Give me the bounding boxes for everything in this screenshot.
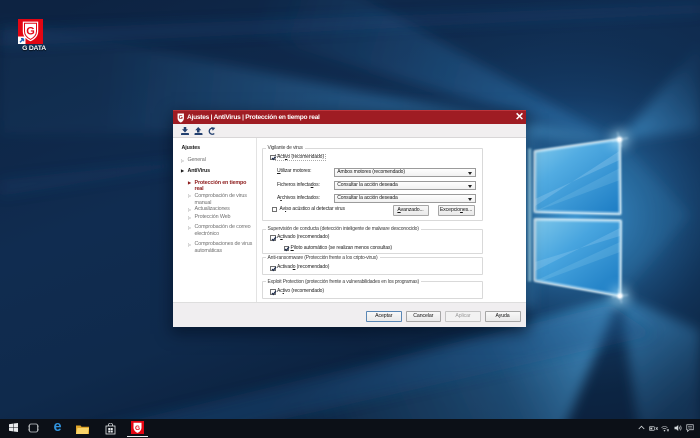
svg-text:G: G bbox=[26, 26, 35, 38]
svg-text:G: G bbox=[178, 115, 182, 121]
svg-text:G: G bbox=[135, 424, 140, 431]
